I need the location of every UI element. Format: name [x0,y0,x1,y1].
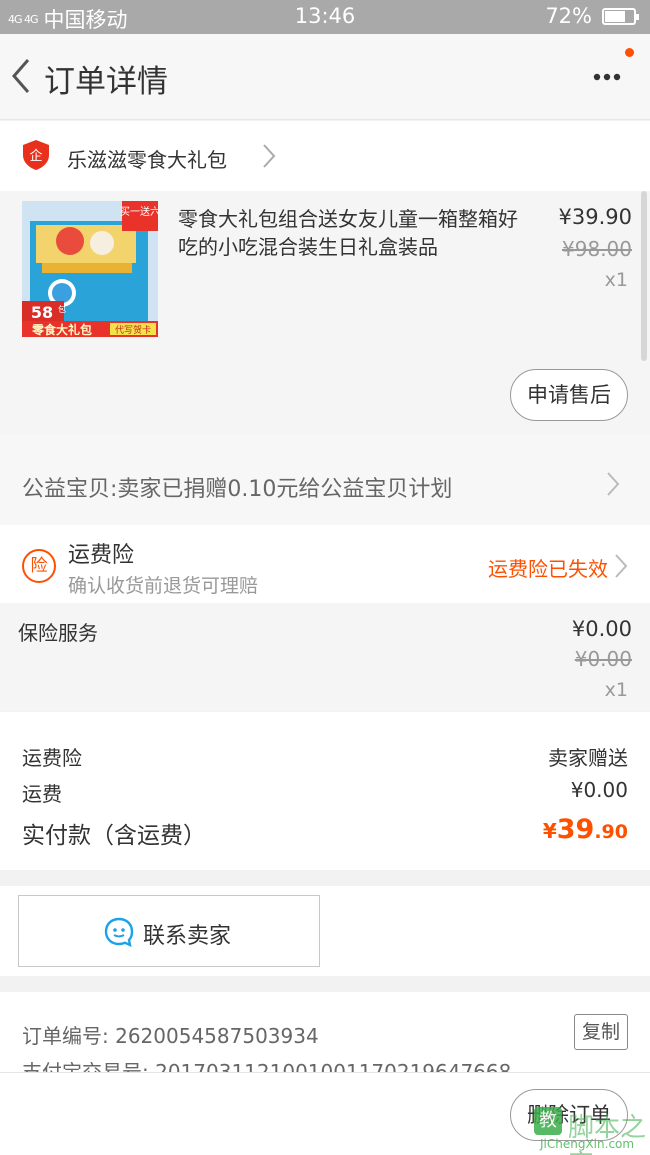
enterprise-shop-icon: 企 [23,140,49,170]
summary-insurance-value: 卖家赠送 [548,746,628,770]
insurance-service-price: ¥0.00 [571,617,632,641]
navigation-bar: 订单详情 [0,34,650,120]
chevron-right-icon [615,554,628,578]
total-integer: 39 [556,814,595,845]
insurance-service-original-price: ¥0.00 [574,647,632,671]
battery-fill [605,10,625,22]
total-decimal: .90 [594,821,628,843]
freight-insurance-status[interactable]: 运费险已失效 [488,553,608,582]
copy-button[interactable]: 复制 [574,1014,628,1050]
image-caption-text: 零食大礼包 [31,322,92,337]
product-title[interactable]: 零食大礼包组合送女友儿童一箱整箱好吃的小吃混合装生日礼盒装品 [178,205,518,261]
shop-name[interactable]: 乐滋滋零食大礼包 [67,144,227,173]
summary-shipping-label: 运费 [22,782,62,806]
charity-text: 公益宝贝:卖家已捐赠0.10元给公益宝贝计划 [22,477,453,502]
charity-row[interactable]: 公益宝贝:卖家已捐赠0.10元给公益宝贝计划 [0,435,650,525]
product-original-price: ¥98.00 [562,237,632,261]
product-image-art: 58 包 零食大礼包 代写贺卡 买一送六 [22,201,158,337]
summary-total-label: 实付款（含运费） [22,823,206,849]
insurance-service-label: 保险服务 [18,621,98,645]
status-right: 72% [545,4,639,28]
chat-bubble-icon [104,917,134,948]
notification-dot [625,48,634,57]
summary-shipping-row: 运费 ¥0.00 [22,778,628,807]
product-quantity: x1 [604,269,628,291]
scrollbar[interactable] [641,191,647,361]
contact-seller-label: 联系卖家 [143,924,232,949]
chevron-right-icon [607,472,620,496]
contact-seller-button[interactable]: 联系卖家 [18,895,320,967]
image-count-unit: 包 [58,304,66,314]
watermark: 教 脚本之家 JiChengXin.com [534,1107,648,1155]
insurance-service-item: 保险服务 ¥0.00 ¥0.00 x1 [0,603,650,711]
battery-icon [602,7,639,25]
status-bar: 4G 4G 中国移动 13:46 72% [0,0,650,34]
summary-insurance-label: 运费险 [22,746,82,770]
image-card-text: 代写贺卡 [115,324,151,336]
summary-total-row: 实付款（含运费） ¥39.90 [22,814,628,850]
product-price: ¥39.90 [558,205,632,229]
freight-insurance-row[interactable]: 险 运费险 确认收货前退货可理赔 运费险已失效 [0,525,650,603]
contact-section: 联系卖家 [0,886,650,976]
order-summary: 运费险 卖家赠送 运费 ¥0.00 实付款（含运费） ¥39.90 [0,712,650,870]
summary-insurance-row: 运费险 卖家赠送 [22,742,628,771]
order-info: 订单编号: 2620054587503934 复制 支付宝交易号: 201703… [0,992,650,1072]
order-number: 订单编号: 2620054587503934 [22,1024,319,1048]
watermark-url: JiChengXin.com [540,1137,635,1151]
image-promo-text: 买一送六 [120,205,158,218]
freight-insurance-title: 运费险 [68,543,135,568]
alipay-trade-number: 支付宝交易号: 2017031121001001170219647668 [22,1060,512,1072]
more-options-icon[interactable] [592,72,622,82]
bottom-action-bar: 删除订单 教 脚本之家 JiChengXin.com [0,1072,650,1155]
page-title: 订单详情 [44,64,168,100]
watermark-logo: 教 [534,1107,562,1135]
shop-row[interactable]: 企 乐滋滋零食大礼包 [0,121,650,191]
insurance-service-quantity: x1 [604,679,628,701]
battery-percent: 72% [545,4,592,28]
freight-insurance-subtitle: 确认收货前退货可理赔 [68,575,259,597]
total-currency: ¥ [542,819,557,843]
product-thumbnail[interactable]: 58 包 零食大礼包 代写贺卡 买一送六 [22,201,158,337]
chevron-right-icon [263,144,276,168]
image-count-text: 58 [31,303,53,322]
product-item[interactable]: 58 包 零食大礼包 代写贺卡 买一送六 零食大礼包组合送女友儿童一箱整箱好吃的… [0,191,650,435]
summary-total-amount: ¥39.90 [543,814,628,845]
svg-text:企: 企 [29,148,42,164]
insurance-icon: 险 [22,549,56,583]
apply-after-sale-button[interactable]: 申请售后 [510,369,628,421]
summary-shipping-value: ¥0.00 [570,778,628,802]
back-arrow-icon[interactable] [8,54,36,98]
